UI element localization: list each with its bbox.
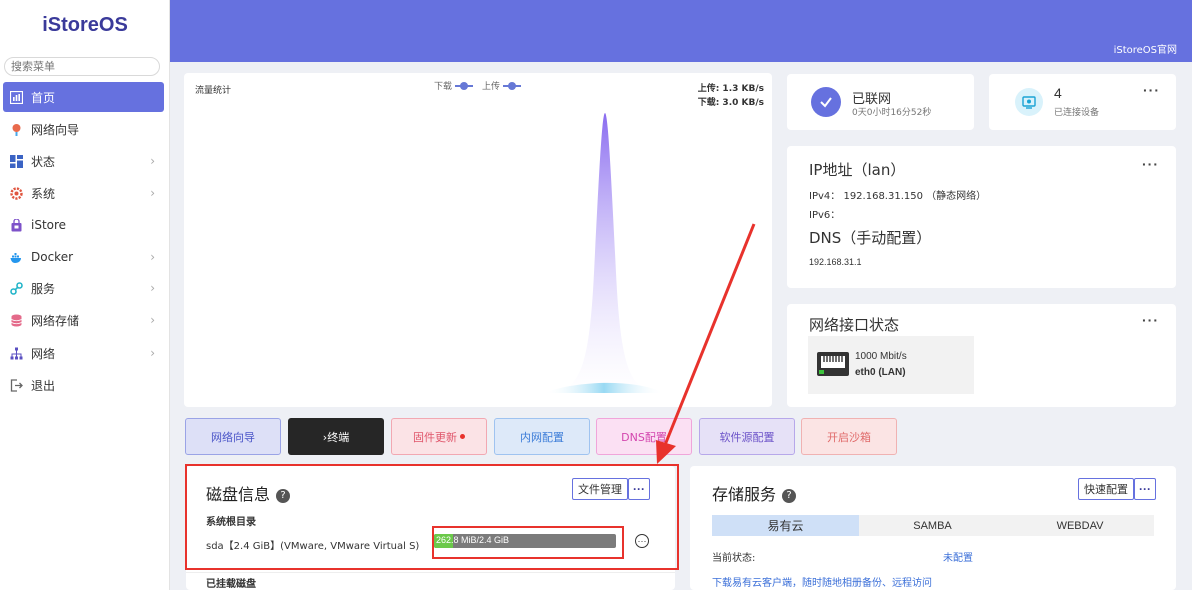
chevron-right-icon: ›: [150, 250, 155, 264]
state-label: 当前状态:: [712, 553, 756, 564]
divider: [186, 572, 675, 573]
software-source-button[interactable]: 软件源配置: [699, 418, 795, 455]
mounted-section-label: 已挂载磁盘: [206, 579, 256, 590]
button-label: 固件更新: [413, 430, 457, 444]
more-options-icon[interactable]: ···: [1143, 82, 1160, 98]
store-bag-icon: [10, 218, 23, 232]
storage-title-text: 存储服务: [712, 485, 777, 504]
nav-item-network-wizard[interactable]: 网络向导: [3, 114, 164, 144]
traffic-chart-card: 流量统计 下载 上传 上传: 1.3 KB/s 下载: 3.0 KB/s: [184, 73, 772, 407]
check-circle-icon: [811, 87, 841, 117]
chevron-right-icon: ›: [150, 186, 155, 200]
official-site-link[interactable]: iStoreOS官网: [1114, 41, 1177, 56]
dns-title: DNS（手动配置）: [809, 229, 932, 247]
device-count: 4: [1054, 85, 1062, 101]
interface-speed: 1000 Mbit/s: [855, 351, 907, 362]
storage-title: 存储服务?: [712, 481, 797, 505]
nav-label: 网络: [31, 346, 56, 361]
chevron-right-icon: ›: [150, 281, 155, 295]
storage-more-button[interactable]: ···: [1134, 478, 1156, 500]
grid-icon: [10, 154, 23, 168]
update-dot-icon: [460, 434, 465, 439]
network-interface-card: 网络接口状态 ··· 1000 Mbit/s eth0 (LAN): [787, 304, 1176, 407]
nav-item-home[interactable]: 首页: [3, 82, 164, 112]
docker-whale-icon: [10, 251, 23, 264]
menu-search-input[interactable]: [4, 57, 160, 76]
nav-label: iStore: [31, 218, 67, 232]
tab-samba[interactable]: SAMBA: [859, 515, 1006, 536]
device-label: 已连接设备: [1054, 108, 1100, 118]
ipv4-label: IPv4：: [809, 191, 841, 202]
dns-config-button[interactable]: DNS配置: [596, 418, 692, 455]
nav-item-logout[interactable]: 退出: [3, 370, 164, 400]
sandbox-button[interactable]: 开启沙箱: [801, 418, 897, 455]
storage-service-card: 存储服务? 快速配置 ··· 易有云 SAMBA WEBDAV 当前状态: 未配…: [690, 466, 1176, 590]
devices-icon: [1015, 88, 1043, 116]
more-options-icon[interactable]: ···: [1142, 312, 1159, 328]
ipv6-label: IPv6：: [809, 210, 841, 221]
ethernet-port-icon: [817, 352, 849, 379]
link-services-icon: [10, 281, 23, 295]
upload-series-area: [544, 382, 664, 393]
logout-icon: [10, 378, 23, 392]
nav-item-system[interactable]: 系统 ›: [3, 178, 164, 208]
nav-label: 首页: [31, 90, 56, 105]
database-icon: [10, 314, 23, 327]
traffic-chart-plot: [544, 113, 664, 393]
ip-title: IP地址（lan）: [809, 161, 906, 179]
devices-card: 4 已连接设备 ···: [989, 74, 1176, 130]
nav-item-services[interactable]: 服务 ›: [3, 273, 164, 303]
iface-title: 网络接口状态: [809, 316, 900, 334]
state-value: 未配置: [943, 553, 973, 564]
quick-config-button[interactable]: 快速配置: [1078, 478, 1134, 500]
ipv4-row: IPv4： 192.168.31.150 （静态网络）: [809, 187, 986, 202]
network-wizard-button[interactable]: 网络向导: [185, 418, 281, 455]
top-header: iStoreOS官网: [170, 0, 1192, 62]
download-series-area: [544, 113, 664, 393]
nav-label: 网络存储: [31, 313, 80, 328]
firmware-update-button[interactable]: 固件更新: [391, 418, 487, 455]
home-dashboard-icon: [10, 90, 23, 104]
nav-label: 服务: [31, 281, 56, 296]
connection-status-card: 已联网 0天0小时16分52秒: [787, 74, 974, 130]
nav-label: 网络向导: [31, 122, 80, 137]
ipv4-value: 192.168.31.150 （静态网络）: [843, 191, 987, 202]
logo: iStoreOS: [42, 14, 128, 36]
chevron-right-icon: ›: [150, 346, 155, 360]
dns-value: 192.168.31.1: [809, 257, 862, 267]
nav-label: 系统: [31, 186, 56, 201]
lan-config-button[interactable]: 内网配置: [494, 418, 590, 455]
chevron-right-icon: ›: [150, 313, 155, 327]
sidebar: iStoreOS 首页 网络向导 状态 › 系统 › iStore: [0, 0, 170, 590]
network-tree-icon: [10, 347, 23, 360]
nav-label: 状态: [31, 154, 56, 169]
tab-yiyouyun[interactable]: 易有云: [712, 515, 859, 536]
chevron-right-icon: ›: [150, 154, 155, 168]
more-options-icon[interactable]: ···: [1142, 156, 1159, 172]
nav-label: 退出: [31, 378, 56, 393]
nav-item-status[interactable]: 状态 ›: [3, 146, 164, 176]
nav-item-network[interactable]: 网络 ›: [3, 338, 164, 368]
nav-item-docker[interactable]: Docker ›: [3, 242, 164, 272]
interface-name: eth0 (LAN): [855, 367, 906, 378]
tab-webdav[interactable]: WEBDAV: [1006, 515, 1154, 536]
nav-label: Docker: [31, 250, 74, 264]
help-icon[interactable]: ?: [782, 488, 797, 503]
download-client-link[interactable]: 下载易有云客户端，随时随地相册备份、远程访问: [712, 574, 932, 589]
uptime-text: 0天0小时16分52秒: [852, 108, 932, 118]
wizard-icon: [10, 123, 23, 136]
terminal-button[interactable]: ›终端: [288, 418, 384, 455]
gear-icon: [10, 186, 23, 200]
annotation-box-usage: [432, 526, 624, 559]
interface-eth0-tile[interactable]: 1000 Mbit/s eth0 (LAN): [808, 336, 974, 394]
nav-item-istore[interactable]: iStore: [3, 210, 164, 240]
ip-address-card: IP地址（lan） ··· IPv4： 192.168.31.150 （静态网络…: [787, 146, 1176, 288]
nav-item-network-storage[interactable]: 网络存储 ›: [3, 305, 164, 335]
